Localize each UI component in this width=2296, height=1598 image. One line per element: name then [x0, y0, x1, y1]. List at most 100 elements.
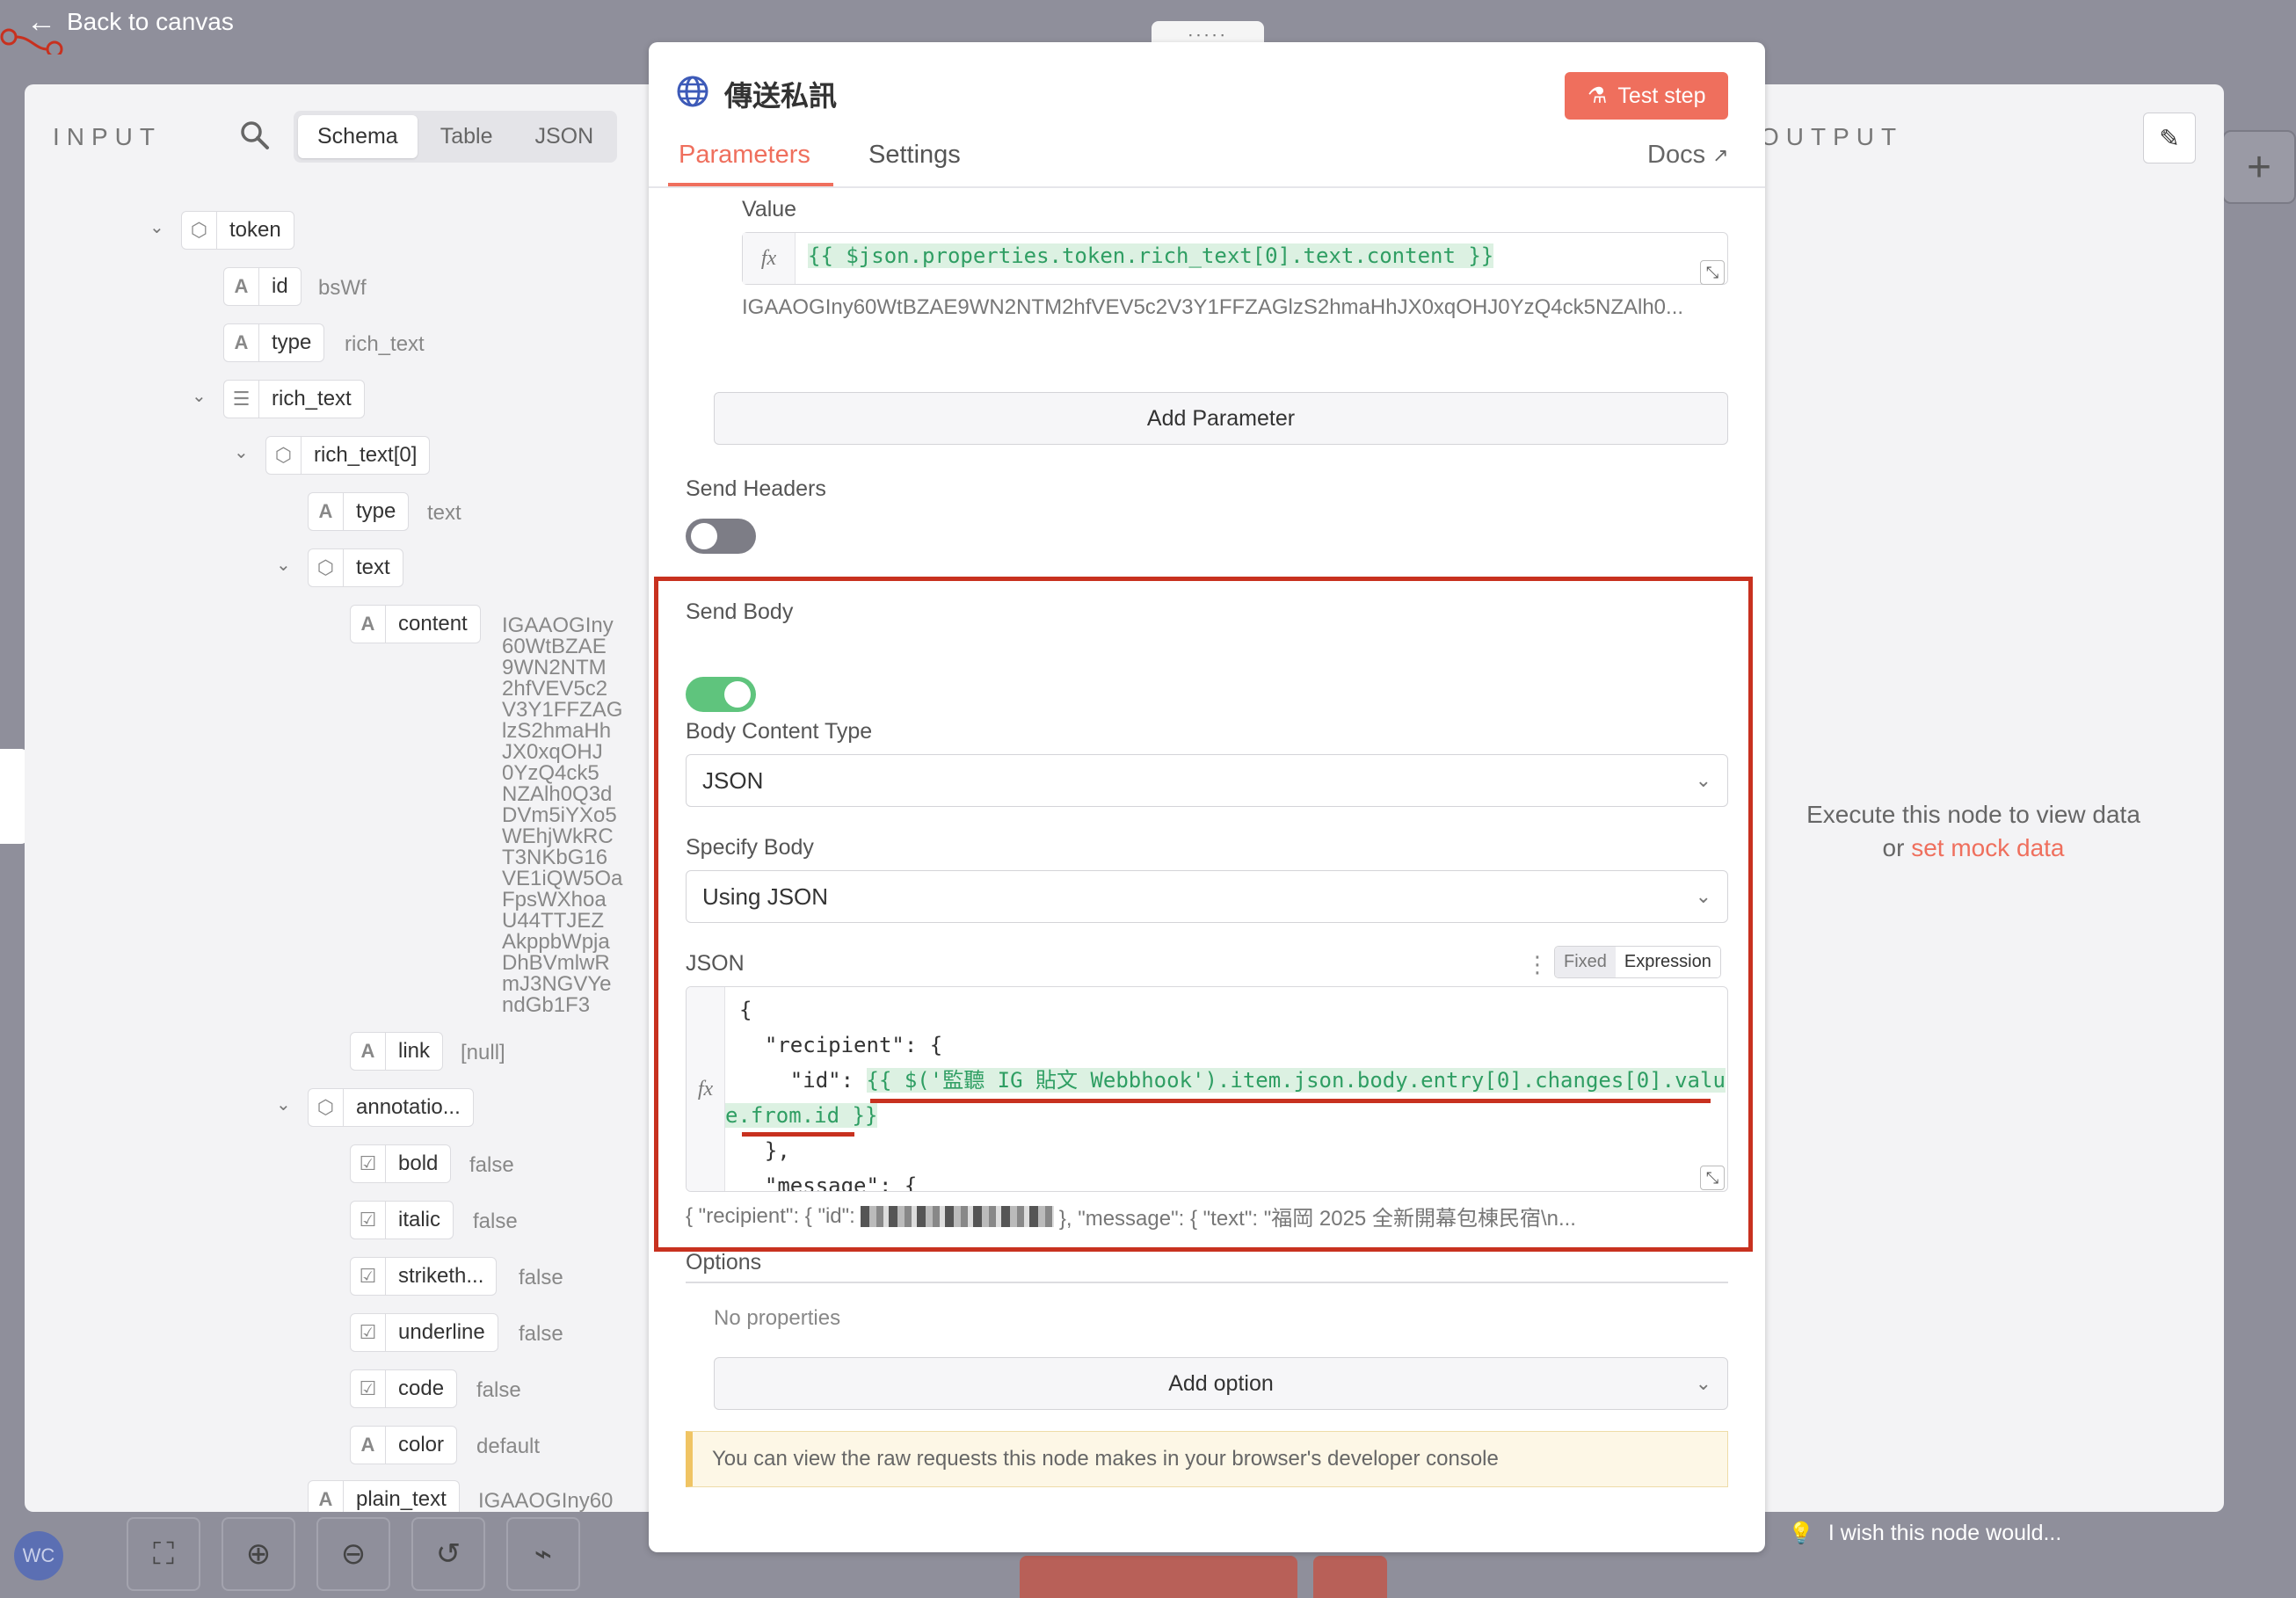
tree-value-strikethrough: false: [519, 1266, 563, 1289]
boolean-type-icon: ☑: [351, 1145, 386, 1182]
highlight-box: [654, 577, 1753, 1252]
content-value-line: lzS2hmaHh: [502, 719, 612, 743]
chevron-down-icon: ⌄: [1695, 1372, 1711, 1394]
tree-node-annotations[interactable]: ⬡ annotatio...: [308, 1088, 474, 1127]
list-icon: ☰: [224, 381, 259, 418]
chevron-down-icon[interactable]: ⌄: [276, 1093, 291, 1115]
tab-parameters[interactable]: Parameters: [679, 141, 810, 170]
content-value-line: T3NKbG16: [502, 846, 608, 869]
content-value-line: DVm5iYXo5: [502, 803, 617, 827]
boolean-type-icon: ☑: [351, 1370, 386, 1407]
tree-node-type[interactable]: Atype: [223, 323, 325, 362]
value-expression-field[interactable]: fx {{ $json.properties.token.rich_text[0…: [742, 232, 1728, 285]
content-value-line: V3Y1FFZAG: [502, 698, 623, 722]
tree-node-italic[interactable]: ☑ italic: [350, 1201, 454, 1239]
content-value-line: JX0xqOHJ: [502, 740, 603, 764]
tree-node-code[interactable]: ☑ code: [350, 1369, 458, 1408]
tree-node-text[interactable]: ⬡ text: [308, 548, 403, 587]
zoom-out-button[interactable]: ⊖: [316, 1517, 390, 1591]
string-type-icon: A: [224, 268, 259, 305]
zoom-in-button[interactable]: ⊕: [222, 1517, 295, 1591]
expand-icon[interactable]: ⤡: [1700, 260, 1725, 285]
test-step-button[interactable]: ⚗ Test step: [1565, 72, 1729, 120]
tab-schema[interactable]: Schema: [298, 115, 418, 158]
canvas-node-connector-icon: [0, 19, 70, 58]
canvas-add-button[interactable]: +: [2222, 130, 2296, 204]
chevron-down-icon[interactable]: ⌄: [234, 441, 249, 463]
value-label: Value: [742, 197, 797, 222]
tree-value-content: IGAAOGIny 60WtBZAE 9WN2NTM 2hfVEV5c2 V3Y1FFZ…: [502, 615, 622, 1016]
no-properties-text: No properties: [714, 1306, 841, 1330]
object-icon: ⬡: [182, 212, 217, 249]
content-value-line: mJ3NGVYe: [502, 972, 612, 996]
content-value-line: IGAAOGIny: [502, 614, 614, 637]
value-expression-text: {{ $json.properties.token.rich_text[0].t…: [808, 243, 1494, 268]
object-icon: ⬡: [309, 549, 344, 586]
content-value-line: WEhjWkRC: [502, 824, 614, 848]
tree-value-id: bsWf: [318, 276, 367, 300]
undo-button[interactable]: ↺: [411, 1517, 485, 1591]
add-option-button[interactable]: Add option ⌄: [714, 1357, 1728, 1410]
tree-node-bold[interactable]: ☑ bold: [350, 1144, 452, 1183]
options-divider: [686, 1282, 1728, 1283]
flask-icon: ⚗: [1588, 84, 1608, 108]
fx-icon: fx: [743, 233, 796, 284]
tabs-divider: [649, 186, 1765, 188]
content-value-line: NZAlh0Q3d: [502, 782, 613, 806]
docs-label: Docs: [1647, 141, 1706, 169]
edit-output-button[interactable]: ✎: [2143, 113, 2196, 163]
tree-value-type2: text: [427, 501, 461, 525]
test-step-label: Test step: [1617, 83, 1706, 108]
tab-table[interactable]: Table: [421, 115, 512, 158]
tree-node-id[interactable]: Aid: [223, 267, 302, 306]
object-icon: ⬡: [266, 437, 302, 474]
execute-hint: Execute this node to view data: [1806, 801, 2140, 828]
tree-value-underline: false: [519, 1322, 563, 1346]
tree-node-type2[interactable]: Atype: [308, 492, 410, 531]
canvas-delete-button[interactable]: [1313, 1556, 1387, 1598]
string-type-icon: A: [224, 324, 259, 361]
feedback-text: I wish this node would...: [1827, 1521, 2062, 1545]
tree-node-token[interactable]: ⬡ token: [181, 211, 294, 250]
search-icon[interactable]: [239, 120, 274, 155]
tree-node-underline[interactable]: ☑ underline: [350, 1313, 498, 1352]
content-value-line: U44TTJEZ: [502, 909, 605, 933]
chevron-down-icon[interactable]: ⌄: [276, 554, 291, 576]
tree-node-content[interactable]: Acontent: [350, 605, 481, 643]
feedback-link[interactable]: 💡 I wish this node would...: [1788, 1521, 2061, 1546]
or-text: or: [1882, 834, 1905, 861]
chevron-down-icon[interactable]: ⌄: [192, 385, 207, 407]
tree-node-link[interactable]: Alink: [350, 1032, 444, 1071]
value-preview: IGAAOGIny60WtBZAE9WN2NTM2hfVEV5c2V3Y1FFZ…: [742, 295, 1684, 319]
options-label: Options: [686, 1250, 762, 1275]
tree-node-strikethrough[interactable]: ☑ striketh...: [350, 1257, 498, 1296]
add-option-label: Add option: [1168, 1371, 1274, 1396]
node-title[interactable]: 傳送私訊: [724, 74, 837, 114]
tidy-button[interactable]: ⌁: [506, 1517, 580, 1591]
fit-view-button[interactable]: ⛶: [127, 1517, 200, 1591]
broom-icon: ⌁: [534, 1537, 553, 1571]
boolean-type-icon: ☑: [351, 1258, 386, 1295]
canvas-toolbar: WC ⛶ ⊕ ⊖ ↺ ⌁: [0, 1503, 615, 1598]
content-value-line: 9WN2NTM: [502, 656, 607, 679]
tab-settings[interactable]: Settings: [868, 141, 961, 170]
string-type-icon: A: [351, 1033, 386, 1070]
zoom-in-icon: ⊕: [245, 1537, 272, 1571]
canvas-execute-button[interactable]: [1020, 1556, 1297, 1598]
tree-node-rich-text-0[interactable]: ⬡ rich_text[0]: [265, 436, 431, 475]
tree-node-color[interactable]: Acolor: [350, 1426, 458, 1464]
object-icon: ⬡: [309, 1089, 344, 1126]
set-mock-data-link[interactable]: set mock data: [1911, 834, 2064, 861]
input-title: INPUT: [53, 123, 162, 150]
docs-link[interactable]: Docs ↗: [1647, 141, 1729, 170]
output-panel: OUTPUT ✎ Execute this node to view data …: [1723, 84, 2224, 1512]
pencil-icon: ✎: [2159, 124, 2180, 152]
send-headers-toggle[interactable]: [686, 519, 756, 554]
add-parameter-button[interactable]: Add Parameter: [714, 392, 1728, 445]
chevron-down-icon[interactable]: ⌄: [149, 216, 164, 238]
input-view-switch: Schema Table JSON: [294, 111, 618, 163]
back-to-canvas-label: Back to canvas: [67, 8, 234, 35]
avatar[interactable]: WC: [14, 1531, 63, 1580]
tree-node-rich-text[interactable]: ☰ rich_text: [223, 380, 365, 418]
tab-json[interactable]: JSON: [515, 115, 613, 158]
